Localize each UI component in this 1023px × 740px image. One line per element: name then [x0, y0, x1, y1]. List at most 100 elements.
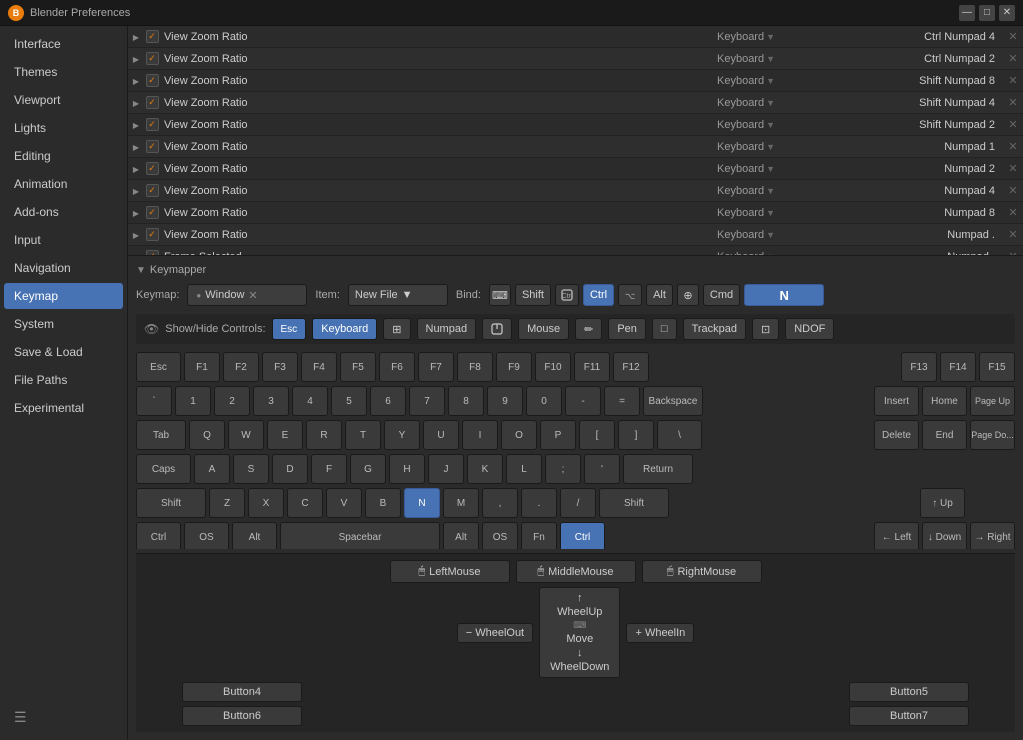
key-pageup[interactable]: Page Up — [970, 386, 1015, 416]
sidebar-item-experimental[interactable]: Experimental — [4, 395, 123, 421]
key-left[interactable]: ← Left — [874, 522, 919, 549]
key-f13[interactable]: F13 — [901, 352, 937, 382]
keymapper-collapse-icon[interactable]: ▼ — [136, 265, 146, 276]
expand-icon[interactable] — [128, 141, 144, 153]
key-s[interactable]: S — [233, 454, 269, 484]
key-9[interactable]: 9 — [487, 386, 523, 416]
key-o[interactable]: O — [501, 420, 537, 450]
delete-binding-button[interactable]: ✕ — [1003, 250, 1023, 256]
key-backslash[interactable]: \ — [657, 420, 702, 450]
key-t[interactable]: T — [345, 420, 381, 450]
bind-n-key[interactable]: N — [744, 284, 824, 306]
key-f8[interactable]: F8 — [457, 352, 493, 382]
table-row[interactable]: View Zoom Ratio Keyboard ▼ Numpad . ✕ — [128, 224, 1023, 246]
key-c[interactable]: C — [287, 488, 323, 518]
key-f1[interactable]: F1 — [184, 352, 220, 382]
key-ralt[interactable]: Alt — [443, 522, 479, 549]
key-esc[interactable]: Esc — [136, 352, 181, 382]
key-lbracket[interactable]: [ — [579, 420, 615, 450]
table-row[interactable]: View Zoom Ratio Keyboard ▼ Shift Numpad … — [128, 114, 1023, 136]
sidebar-item-addons[interactable]: Add-ons — [4, 199, 123, 225]
delete-binding-button[interactable]: ✕ — [1003, 52, 1023, 65]
key-h[interactable]: H — [389, 454, 425, 484]
expand-icon[interactable] — [128, 251, 144, 257]
input-type-trackpad[interactable]: Trackpad — [683, 318, 746, 340]
key-f4[interactable]: F4 — [301, 352, 337, 382]
key-8[interactable]: 8 — [448, 386, 484, 416]
key-backtick[interactable]: ` — [136, 386, 172, 416]
key-7[interactable]: 7 — [409, 386, 445, 416]
key-v[interactable]: V — [326, 488, 362, 518]
key-f11[interactable]: F11 — [574, 352, 610, 382]
delete-binding-button[interactable]: ✕ — [1003, 74, 1023, 87]
input-type-numpad[interactable]: Numpad — [417, 318, 477, 340]
key-f7[interactable]: F7 — [418, 352, 454, 382]
key-f14[interactable]: F14 — [940, 352, 976, 382]
key-lalt[interactable]: Alt — [232, 522, 277, 549]
row-checkbox[interactable] — [144, 96, 160, 109]
key-n[interactable]: N — [404, 488, 440, 518]
table-row[interactable]: View Zoom Ratio Keyboard ▼ Ctrl Numpad 2… — [128, 48, 1023, 70]
row-checkbox[interactable] — [144, 30, 160, 43]
input-type-keyboard[interactable]: Keyboard — [312, 318, 377, 340]
expand-icon[interactable] — [128, 97, 144, 109]
delete-binding-button[interactable]: ✕ — [1003, 30, 1023, 43]
key-l[interactable]: L — [506, 454, 542, 484]
input-type-esc[interactable]: Esc — [272, 318, 307, 340]
sidebar-item-system[interactable]: System — [4, 311, 123, 337]
sidebar-item-navigation[interactable]: Navigation — [4, 255, 123, 281]
key-up[interactable]: ↑ Up — [920, 488, 965, 518]
item-dropdown[interactable]: New File ▼ — [348, 284, 448, 306]
key-rctrl[interactable]: Ctrl — [560, 522, 605, 549]
left-mouse-button[interactable]: 🖱 LeftMouse — [390, 560, 510, 583]
key-a[interactable]: A — [194, 454, 230, 484]
key-lctrl[interactable]: Ctrl — [136, 522, 181, 549]
sidebar-item-interface[interactable]: Interface — [4, 31, 123, 57]
row-checkbox[interactable] — [144, 162, 160, 175]
bind-cmd-key[interactable]: Cmd — [703, 284, 740, 306]
key-slash[interactable]: / — [560, 488, 596, 518]
input-type-pen-icon[interactable]: ✏ — [575, 318, 602, 340]
table-row[interactable]: View Zoom Ratio Keyboard ▼ Numpad 8 ✕ — [128, 202, 1023, 224]
key-e[interactable]: E — [267, 420, 303, 450]
delete-binding-button[interactable]: ✕ — [1003, 140, 1023, 153]
key-fn[interactable]: Fn — [521, 522, 557, 549]
keymap-field[interactable]: ● Window ✕ — [187, 284, 307, 306]
key-m[interactable]: M — [443, 488, 479, 518]
row-checkbox[interactable] — [144, 206, 160, 219]
expand-icon[interactable] — [128, 207, 144, 219]
key-spacebar[interactable]: Spacebar — [280, 522, 440, 549]
expand-icon[interactable] — [128, 185, 144, 197]
bind-ctrl-icon[interactable]: Ctrl — [555, 284, 579, 306]
row-checkbox[interactable] — [144, 250, 160, 256]
key-x[interactable]: X — [248, 488, 284, 518]
key-3[interactable]: 3 — [253, 386, 289, 416]
table-row[interactable]: View Zoom Ratio Keyboard ▼ Shift Numpad … — [128, 92, 1023, 114]
input-type-ndof[interactable]: NDOF — [785, 318, 834, 340]
key-r[interactable]: R — [306, 420, 342, 450]
button7[interactable]: Button7 — [849, 706, 969, 726]
close-button[interactable]: ✕ — [999, 5, 1015, 21]
key-delete[interactable]: Delete — [874, 420, 919, 450]
minimize-button[interactable]: — — [959, 5, 975, 21]
key-f[interactable]: F — [311, 454, 347, 484]
key-k[interactable]: K — [467, 454, 503, 484]
key-down[interactable]: ↓ Down — [922, 522, 967, 549]
expand-icon[interactable] — [128, 31, 144, 43]
key-comma[interactable]: , — [482, 488, 518, 518]
bind-keyboard-icon[interactable]: ⌨ — [489, 284, 511, 306]
key-minus[interactable]: - — [565, 386, 601, 416]
wheel-in-button[interactable]: + WheelIn — [626, 623, 694, 643]
key-end[interactable]: End — [922, 420, 967, 450]
table-row[interactable]: Frame Selected Keyboard ▼ Numpad . ✕ — [128, 246, 1023, 256]
button5[interactable]: Button5 — [849, 682, 969, 702]
right-mouse-button[interactable]: 🖱 RightMouse — [642, 560, 762, 583]
expand-icon[interactable] — [128, 53, 144, 65]
delete-binding-button[interactable]: ✕ — [1003, 206, 1023, 219]
sidebar-item-input[interactable]: Input — [4, 227, 123, 253]
key-0[interactable]: 0 — [526, 386, 562, 416]
sidebar-item-themes[interactable]: Themes — [4, 59, 123, 85]
sidebar-item-lights[interactable]: Lights — [4, 115, 123, 141]
input-type-mouse-icon[interactable] — [482, 318, 512, 340]
row-checkbox[interactable] — [144, 118, 160, 131]
